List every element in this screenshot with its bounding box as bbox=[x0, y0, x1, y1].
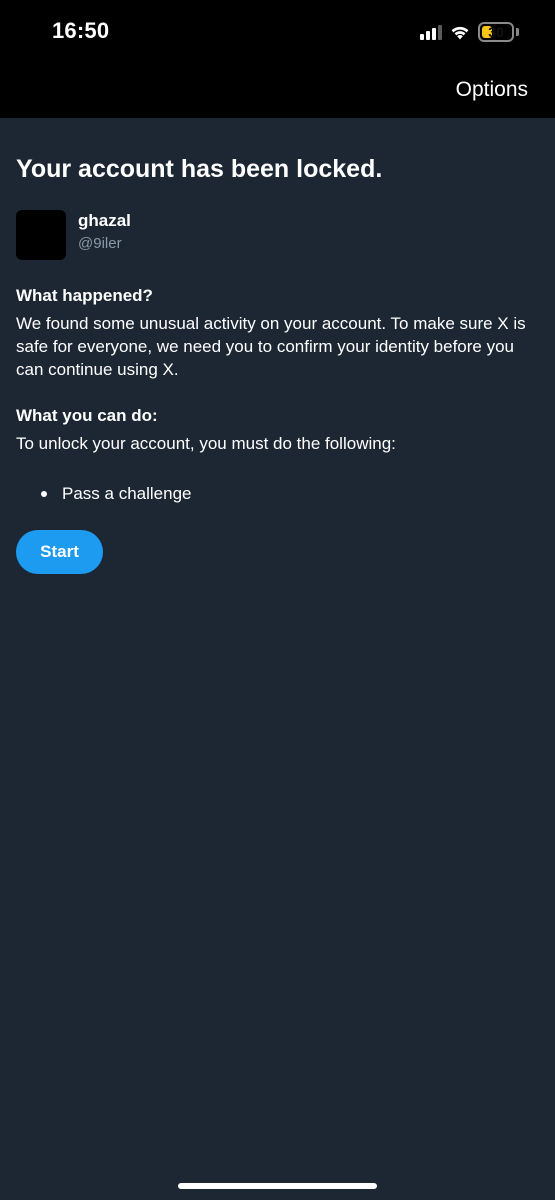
options-button[interactable]: Options bbox=[456, 78, 528, 102]
status-time: 16:50 bbox=[52, 18, 110, 43]
what-you-can-do-body: To unlock your account, you must do the … bbox=[16, 434, 396, 453]
status-icons: 30 bbox=[420, 20, 519, 44]
start-button[interactable]: Start bbox=[16, 530, 103, 574]
page-title: Your account has been locked. bbox=[16, 155, 383, 183]
what-happened-body: We found some unusual activity on your a… bbox=[16, 314, 526, 379]
screen: 16:50 30 Options Your account has been l… bbox=[0, 0, 555, 1200]
cellular-signal-icon bbox=[420, 24, 442, 40]
display-name: ghazal bbox=[78, 211, 131, 230]
what-happened-heading: What happened? bbox=[16, 286, 153, 305]
steps-list: Pass a challenge bbox=[16, 482, 531, 505]
top-bar: 16:50 30 Options bbox=[0, 0, 555, 118]
wifi-icon bbox=[450, 25, 470, 40]
what-you-can-do-heading: What you can do: bbox=[16, 406, 158, 425]
home-indicator[interactable] bbox=[178, 1183, 377, 1189]
account-names: ghazal @9iler bbox=[78, 210, 131, 254]
account-profile: ghazal @9iler bbox=[16, 210, 531, 260]
account-handle: @9iler bbox=[78, 235, 122, 252]
main-content: Your account has been locked. ghazal @9i… bbox=[16, 118, 531, 574]
battery-icon: 30 bbox=[478, 22, 514, 42]
list-item: Pass a challenge bbox=[41, 482, 531, 505]
avatar bbox=[16, 210, 66, 260]
battery-level: 30 bbox=[488, 24, 504, 40]
battery-cap bbox=[516, 28, 519, 36]
